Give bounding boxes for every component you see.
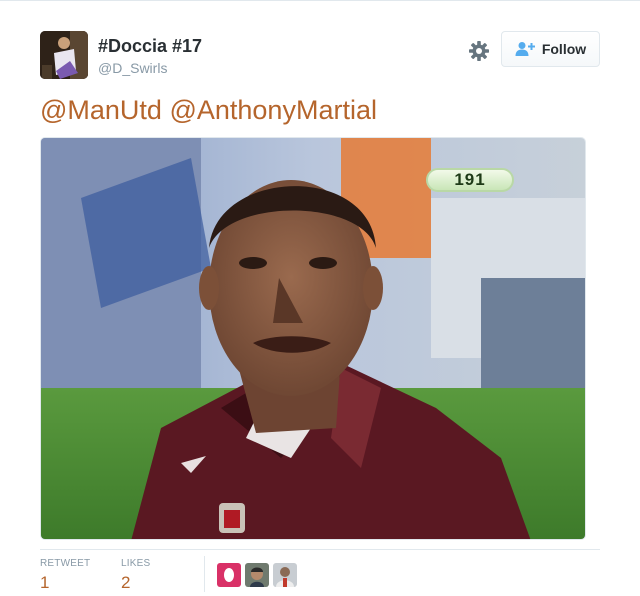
tweet-text: @ManUtd @AnthonyMartial bbox=[40, 92, 377, 128]
user-handle[interactable]: @D_Swirls bbox=[98, 60, 167, 76]
score-overlay: 191 bbox=[426, 168, 514, 192]
liker-avatars bbox=[217, 563, 297, 587]
top-divider bbox=[0, 0, 640, 1]
user-display-name[interactable]: #Doccia #17 bbox=[98, 36, 202, 57]
liker-avatar[interactable] bbox=[245, 563, 269, 587]
user-avatar[interactable] bbox=[40, 31, 88, 79]
gear-icon[interactable] bbox=[466, 38, 492, 64]
likes-count: 2 bbox=[121, 573, 131, 592]
stats-divider bbox=[40, 549, 600, 550]
liker-avatar[interactable] bbox=[217, 563, 241, 587]
retweet-stat[interactable]: RETWEET 1 bbox=[40, 558, 90, 593]
follow-label: Follow bbox=[541, 41, 587, 57]
retweet-label: RETWEET bbox=[40, 558, 91, 569]
mention-link[interactable]: @AnthonyMartial bbox=[169, 95, 377, 125]
likes-label: LIKES bbox=[121, 558, 151, 569]
likes-stat[interactable]: LIKES 2 bbox=[121, 558, 150, 593]
retweet-count: 1 bbox=[40, 573, 50, 592]
stats-vertical-divider bbox=[204, 556, 205, 592]
add-user-icon bbox=[515, 42, 535, 56]
mention-link[interactable]: @ManUtd bbox=[40, 95, 162, 125]
tweet-media-photo[interactable]: 191 bbox=[40, 137, 586, 540]
liker-avatar[interactable] bbox=[273, 563, 297, 587]
follow-button[interactable]: Follow bbox=[501, 31, 600, 67]
